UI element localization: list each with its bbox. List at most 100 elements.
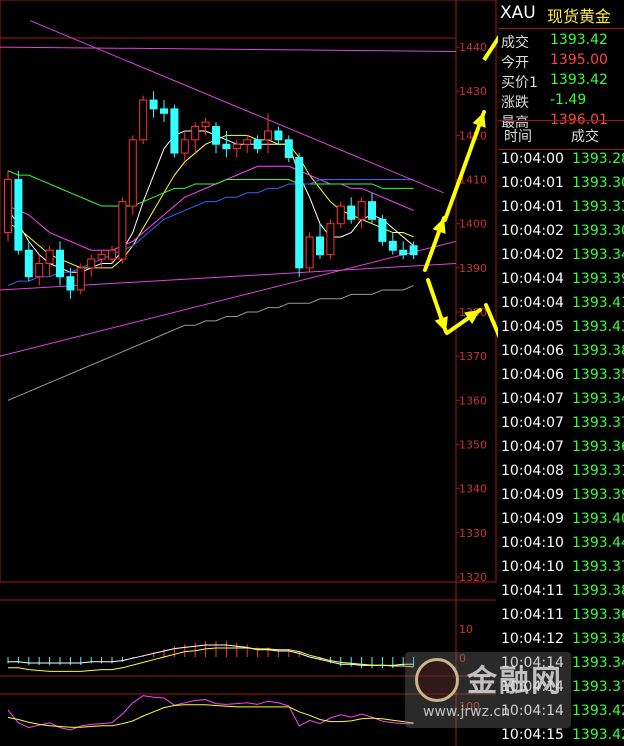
quote-value: 1393.42 bbox=[550, 72, 608, 88]
tick-header: 时间 成交 bbox=[498, 120, 624, 150]
tick-row: 10:04:06 1393.38 bbox=[498, 340, 624, 364]
tick-price: 1393.28 bbox=[572, 151, 624, 167]
tick-time: 10:04:01 bbox=[501, 199, 564, 215]
candle-body bbox=[232, 143, 241, 150]
price-tick-label: 1340 bbox=[459, 483, 487, 496]
tick-price: 1393.34 bbox=[572, 391, 624, 407]
price-tick-label: 1330 bbox=[459, 527, 487, 540]
tick-row: 10:04:07 1393.37 bbox=[498, 412, 624, 436]
tick-time: 10:04:07 bbox=[501, 415, 564, 431]
quote-value: -1.49 bbox=[550, 92, 587, 108]
tick-time: 10:04:10 bbox=[501, 559, 564, 575]
symbol-name: 现货黄金 bbox=[547, 7, 612, 26]
tick-row: 10:04:10 1393.44 bbox=[498, 532, 624, 556]
tick-row: 10:04:07 1393.36 bbox=[498, 436, 624, 460]
candle-body bbox=[212, 126, 220, 145]
candles bbox=[4, 91, 418, 299]
quote-value: 1395.00 bbox=[550, 52, 608, 68]
tick-row: 10:04:10 1393.37 bbox=[498, 556, 624, 580]
price-tick-label: 1440 bbox=[459, 41, 487, 54]
tick-price: 1393.31 bbox=[572, 463, 624, 479]
watermark-url: www.jrwz.cn bbox=[423, 704, 510, 720]
quote-label: 成交 bbox=[501, 35, 529, 51]
tick-time: 10:04:01 bbox=[501, 175, 564, 191]
candle-body bbox=[170, 108, 179, 154]
tick-price: 1393.43 bbox=[572, 319, 624, 335]
tick-row: 10:04:01 1393.30 bbox=[498, 172, 624, 196]
tick-price: 1393.35 bbox=[572, 367, 624, 383]
tick-row: 10:04:04 1393.41 bbox=[498, 292, 624, 316]
tick-time: 10:04:07 bbox=[501, 391, 564, 407]
candle-body bbox=[14, 179, 23, 251]
tick-time: 10:04:06 bbox=[501, 343, 564, 359]
tick-row: 10:04:02 1393.30 bbox=[498, 220, 624, 244]
tick-price: 1393.37 bbox=[572, 415, 624, 431]
candle-body bbox=[56, 249, 64, 278]
candle-body bbox=[368, 201, 376, 220]
tick-time: 10:04:11 bbox=[501, 607, 564, 623]
tick-time: 10:04:04 bbox=[501, 295, 564, 311]
logo-circle-icon bbox=[415, 658, 459, 702]
tick-price: 1393.36 bbox=[572, 607, 624, 623]
tick-price: 1393.34 bbox=[572, 247, 624, 263]
tick-price: 1393.38 bbox=[572, 631, 624, 647]
lower-indicator-line bbox=[7, 704, 414, 728]
price-tick-label: 1430 bbox=[459, 85, 487, 98]
tick-time: 10:04:15 bbox=[501, 727, 564, 743]
lower-indicator-line bbox=[7, 695, 414, 731]
price-tick-label: 1390 bbox=[459, 262, 487, 275]
price-tick-label: 1320 bbox=[459, 571, 487, 584]
tick-row: 10:04:09 1393.40 bbox=[498, 508, 624, 532]
main-panel-border bbox=[0, 0, 497, 583]
tick-price: 1393.42 bbox=[572, 727, 624, 743]
quote-label: 涨跌 bbox=[501, 95, 529, 111]
candle-body bbox=[108, 249, 116, 260]
candle-body bbox=[180, 139, 189, 154]
channel-trend-line bbox=[0, 240, 457, 357]
candle-body bbox=[336, 205, 345, 225]
tick-time: 10:04:11 bbox=[501, 583, 564, 599]
moving-average-lines bbox=[7, 130, 414, 401]
quote-value: 1393.42 bbox=[550, 32, 608, 48]
tick-time: 10:04:10 bbox=[501, 535, 564, 551]
quote-row: 今开 1395.00 bbox=[498, 50, 624, 71]
tick-row: 10:04:05 1393.43 bbox=[498, 316, 624, 340]
tick-row: 10:04:11 1393.38 bbox=[498, 580, 624, 604]
tick-price: 1393.30 bbox=[572, 223, 624, 239]
tick-time: 10:04:02 bbox=[501, 223, 564, 239]
horizontal-trend-line bbox=[0, 46, 457, 52]
tick-price: 1393.30 bbox=[572, 175, 624, 191]
tick-row: 10:04:06 1393.35 bbox=[498, 364, 624, 388]
tick-row: 10:04:09 1393.39 bbox=[498, 484, 624, 508]
candle-body bbox=[160, 108, 168, 114]
tick-price: 1393.39 bbox=[572, 487, 624, 503]
tick-row: 10:04:11 1393.36 bbox=[498, 604, 624, 628]
candle-body bbox=[347, 205, 356, 220]
candle-body bbox=[35, 262, 44, 278]
tick-time: 10:04:05 bbox=[501, 319, 564, 335]
tick-price: 1393.38 bbox=[572, 583, 624, 599]
tick-price: 1393.38 bbox=[572, 343, 624, 359]
tick-time: 10:04:12 bbox=[501, 631, 564, 647]
symbol-code: XAU bbox=[500, 3, 536, 23]
quote-label: 买价1 bbox=[501, 75, 538, 91]
tick-time: 10:04:07 bbox=[501, 439, 564, 455]
candle-body bbox=[357, 201, 366, 220]
tick-time: 10:04:02 bbox=[501, 247, 564, 263]
candlestick-chart[interactable]: 1320133013401350136013701380139014001410… bbox=[0, 0, 498, 746]
price-tick-label: 1360 bbox=[459, 394, 487, 407]
candle-body bbox=[316, 236, 324, 256]
quote-row: 成交 1393.42 bbox=[498, 30, 624, 51]
annotation-arrowhead bbox=[434, 316, 448, 332]
tick-header-deal: 成交 bbox=[571, 129, 599, 145]
price-tick-label: 1350 bbox=[459, 439, 487, 452]
annotation-arrow-shaft bbox=[443, 110, 486, 222]
quote-label: 今开 bbox=[501, 55, 529, 71]
candle-body bbox=[4, 179, 12, 234]
macd-tick-label: 10 bbox=[459, 623, 473, 636]
tick-row: 10:04:00 1393.28 bbox=[498, 148, 624, 172]
candle-body bbox=[139, 99, 148, 141]
tick-time: 10:04:04 bbox=[501, 271, 564, 287]
candle-body bbox=[243, 139, 252, 145]
tick-row: 10:04:08 1393.31 bbox=[498, 460, 624, 484]
